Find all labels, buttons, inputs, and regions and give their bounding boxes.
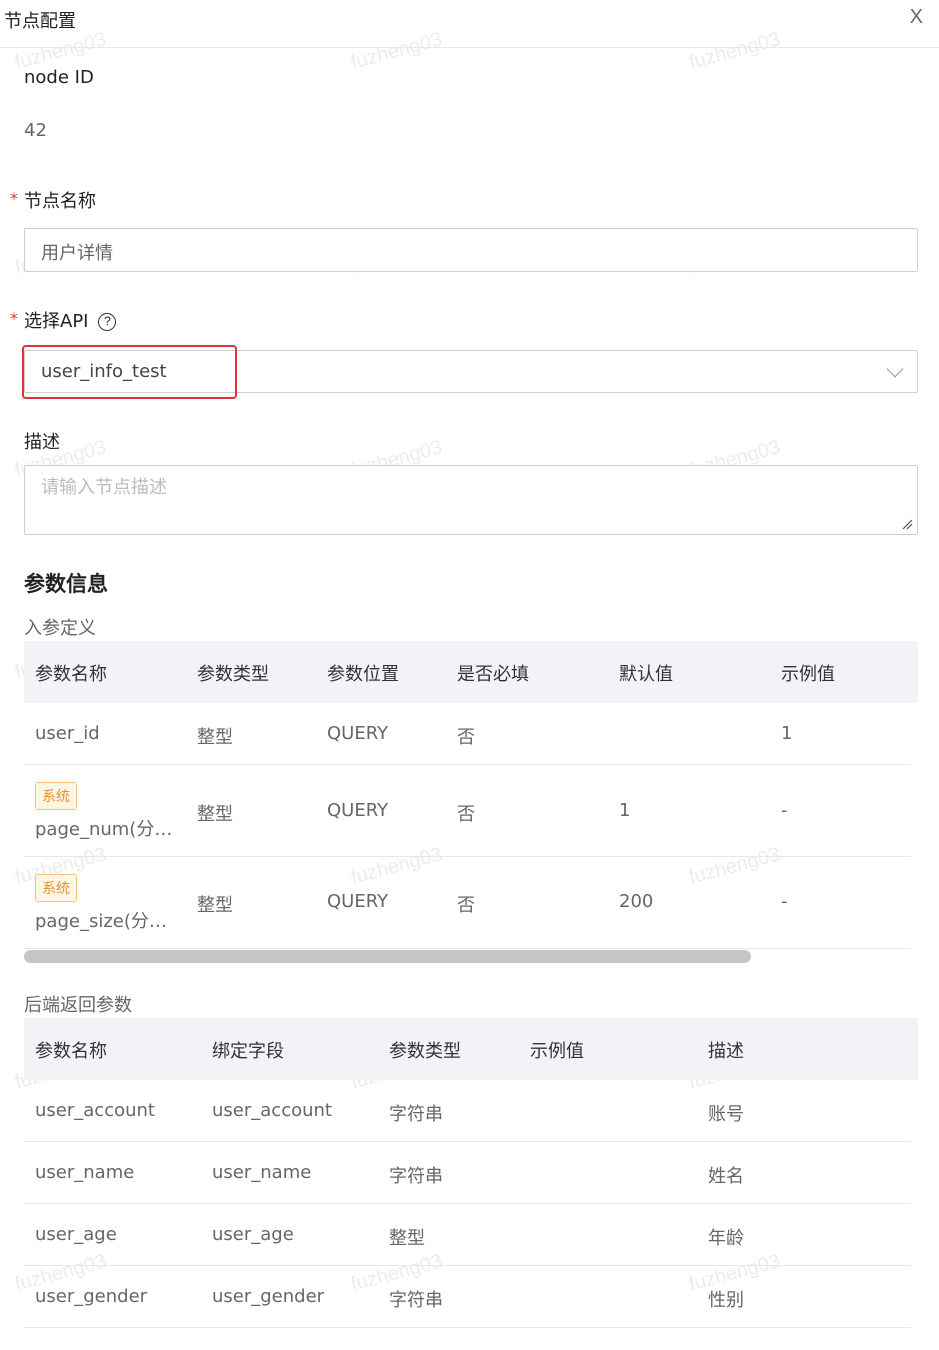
output-params-table: 参数名称 绑定字段 参数类型 示例值 描述 user_account user_…	[24, 1018, 918, 1328]
param-name: user_name	[35, 1162, 135, 1183]
drawer-title: 节点配置	[4, 11, 76, 32]
drawer-header: 节点配置 X	[0, 0, 939, 48]
table-row: user_id 整型 QUERY 否 1	[24, 703, 911, 765]
column-header: 参数名称	[35, 664, 107, 685]
table-row: user_name user_name 字符串 姓名	[24, 1142, 911, 1204]
description-textarea[interactable]: 请输入节点描述	[24, 465, 918, 535]
param-name: user_account	[35, 1100, 155, 1121]
table-row: user_account user_account 字符串 账号	[24, 1080, 911, 1142]
column-header: 参数类型	[389, 1041, 461, 1062]
param-example: -	[781, 800, 788, 821]
bound-field: user_gender	[212, 1286, 325, 1307]
resize-handle-icon[interactable]	[901, 518, 913, 530]
system-badge: 系统	[35, 874, 77, 902]
close-icon[interactable]: X	[910, 6, 923, 29]
bound-field: user_age	[212, 1224, 294, 1245]
param-name: page_num(分…	[35, 819, 173, 840]
api-label-text: 选择API	[24, 311, 89, 332]
param-type: 字符串	[389, 1290, 443, 1311]
column-header: 描述	[708, 1041, 744, 1062]
column-header: 参数名称	[35, 1041, 107, 1062]
param-default: 1	[619, 800, 631, 821]
column-header: 绑定字段	[212, 1041, 284, 1062]
params-section-title: 参数信息	[24, 572, 108, 596]
param-desc: 年龄	[708, 1228, 744, 1249]
param-required: 否	[457, 804, 475, 825]
table-row: user_age user_age 整型 年龄	[24, 1204, 911, 1266]
required-mark: *	[10, 189, 18, 208]
description-label: 描述	[24, 432, 60, 453]
column-header: 示例值	[530, 1041, 584, 1062]
column-header: 示例值	[781, 664, 835, 685]
param-position: QUERY	[327, 891, 389, 912]
param-type: 整型	[389, 1228, 425, 1249]
param-type: 整型	[197, 727, 233, 748]
node-id-value: 42	[24, 120, 47, 141]
param-type: 整型	[197, 895, 233, 916]
highlight-box	[22, 345, 237, 399]
system-badge: 系统	[35, 782, 77, 810]
table-row: user_gender user_gender 字符串 性别	[24, 1266, 911, 1328]
input-params-table: 参数名称 参数类型 参数位置 是否必填 默认值 示例值 user_id 整型 Q…	[24, 641, 918, 949]
param-type: 字符串	[389, 1166, 443, 1187]
description-placeholder: 请输入节点描述	[41, 477, 167, 498]
param-desc: 性别	[708, 1290, 744, 1311]
param-name: user_gender	[35, 1286, 148, 1307]
column-header: 参数位置	[327, 664, 399, 685]
table-row: 系统 page_size(分… 整型 QUERY 否 200 -	[24, 857, 911, 949]
help-icon[interactable]: ?	[98, 313, 117, 331]
param-type: 字符串	[389, 1104, 443, 1125]
param-example: -	[781, 891, 788, 912]
param-position: QUERY	[327, 723, 389, 744]
node-name-input[interactable]: 用户详情	[24, 228, 918, 272]
node-name-input-value: 用户详情	[41, 243, 113, 264]
param-name: user_id	[35, 723, 100, 744]
param-desc: 账号	[708, 1104, 744, 1125]
column-header: 是否必填	[457, 664, 529, 685]
bound-field: user_name	[212, 1162, 312, 1183]
param-example: 1	[781, 723, 793, 744]
param-type: 整型	[197, 804, 233, 825]
table-header: 参数名称 绑定字段 参数类型 示例值 描述	[24, 1018, 918, 1080]
param-name: page_size(分…	[35, 911, 167, 932]
node-name-label: * 节点名称	[10, 187, 96, 213]
param-position: QUERY	[327, 800, 389, 821]
chevron-down-icon[interactable]	[886, 360, 904, 378]
param-desc: 姓名	[708, 1166, 744, 1187]
input-params-title: 入参定义	[24, 618, 96, 639]
table-row: 系统 page_num(分… 整型 QUERY 否 1 -	[24, 765, 911, 857]
table-header: 参数名称 参数类型 参数位置 是否必填 默认值 示例值	[24, 641, 918, 703]
param-name: user_age	[35, 1224, 117, 1245]
output-params-title: 后端返回参数	[24, 995, 132, 1016]
column-header: 默认值	[619, 664, 673, 685]
node-name-label-text: 节点名称	[24, 191, 96, 212]
bound-field: user_account	[212, 1100, 332, 1121]
required-mark: *	[10, 309, 18, 328]
param-default: 200	[619, 891, 654, 912]
api-label: * 选择API?	[10, 307, 117, 333]
node-id-label: node ID	[24, 67, 94, 88]
param-required: 否	[457, 727, 475, 748]
horizontal-scrollbar[interactable]	[24, 950, 751, 963]
column-header: 参数类型	[197, 664, 269, 685]
param-required: 否	[457, 895, 475, 916]
